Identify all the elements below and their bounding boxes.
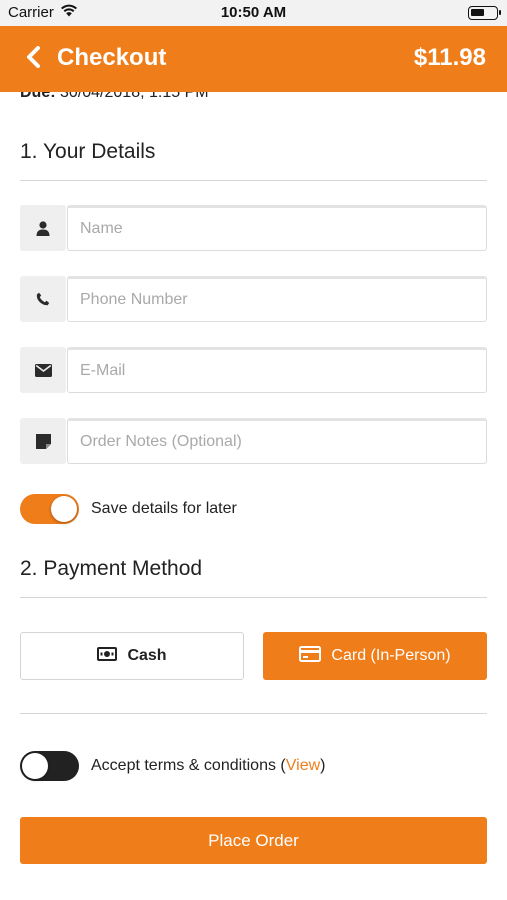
place-order-label: Place Order (208, 830, 299, 850)
card-label: Card (In-Person) (331, 647, 451, 664)
note-icon (20, 418, 66, 464)
battery-icon (468, 6, 501, 20)
phone-field-row (20, 276, 487, 322)
divider (20, 713, 487, 714)
phone-icon (20, 276, 66, 322)
email-field-row (20, 347, 487, 393)
accept-terms-toggle[interactable] (20, 751, 79, 781)
card-payment-button[interactable]: Card (In-Person) (263, 632, 487, 680)
divider (20, 597, 487, 598)
person-icon (20, 205, 66, 251)
order-notes-input[interactable] (67, 418, 487, 464)
page-title: Checkout (57, 44, 167, 71)
checkout-header: Checkout $11.98 (0, 26, 507, 92)
name-input[interactable] (67, 205, 487, 251)
terms-text: Accept terms & conditions ( (91, 757, 286, 774)
toggle-knob (51, 496, 77, 522)
accept-terms-label: Accept terms & conditions (View) (91, 757, 325, 775)
status-bar: Carrier 10:50 AM (0, 0, 507, 26)
save-details-toggle[interactable] (20, 494, 79, 524)
name-field-row (20, 205, 487, 251)
phone-input[interactable] (67, 276, 487, 322)
save-details-label: Save details for later (91, 500, 237, 517)
place-order-button[interactable]: Place Order (20, 817, 487, 864)
battery-level (471, 9, 484, 16)
divider (20, 180, 487, 181)
card-icon (299, 645, 322, 667)
back-button[interactable] (18, 44, 48, 74)
status-time: 10:50 AM (220, 4, 287, 21)
envelope-icon (20, 347, 66, 393)
cash-payment-button[interactable]: Cash (20, 632, 244, 680)
payment-section-title: 2. Payment Method (20, 557, 203, 580)
toggle-knob (22, 753, 48, 779)
details-section-title: 1. Your Details (20, 140, 156, 163)
chevron-left-icon (25, 45, 41, 73)
email-input[interactable] (67, 347, 487, 393)
terms-suffix: ) (320, 757, 326, 774)
cash-icon (97, 646, 118, 666)
cash-label: Cash (127, 647, 167, 664)
view-terms-link[interactable]: View (286, 757, 320, 774)
notes-field-row (20, 418, 487, 464)
order-total: $11.98 (413, 44, 486, 71)
